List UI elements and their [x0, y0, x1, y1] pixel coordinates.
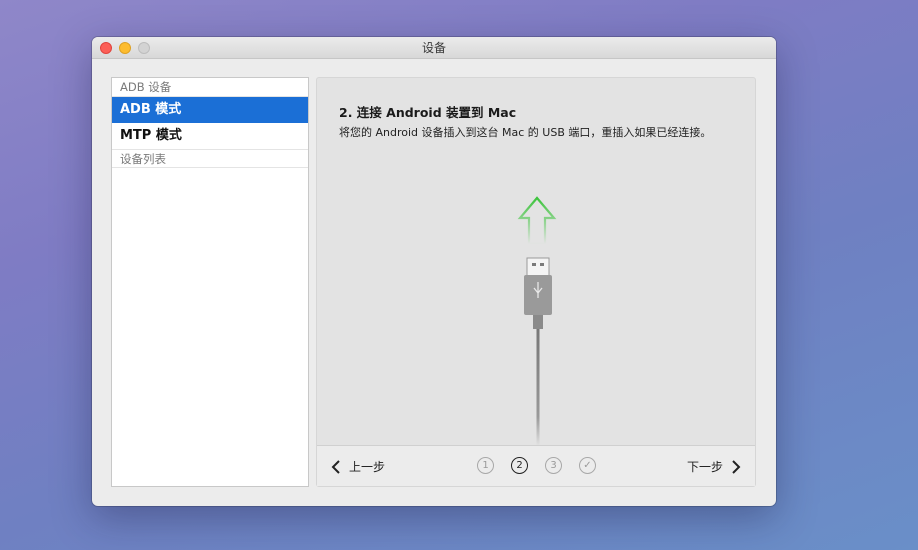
previous-button[interactable]: 上一步 — [331, 458, 385, 475]
minimize-icon[interactable] — [119, 42, 131, 54]
wizard-footer: 上一步 1 2 3 ✓ 下一步 — [317, 445, 755, 486]
chevron-left-icon — [331, 459, 340, 474]
step-2-indicator: 2 — [511, 457, 528, 474]
step-indicator: 1 2 3 ✓ — [477, 457, 596, 474]
sidebar-item-mtp-mode[interactable]: MTP 模式 — [112, 123, 308, 149]
maximize-icon[interactable] — [138, 42, 150, 54]
chevron-right-icon — [732, 459, 741, 474]
previous-label: 上一步 — [349, 460, 386, 474]
desktop-background — [0, 468, 8, 498]
sidebar-item-adb-mode[interactable]: ADB 模式 — [112, 97, 308, 123]
step-1-indicator: 1 — [477, 457, 494, 474]
step-done-indicator: ✓ — [579, 457, 596, 474]
step-title: 2. 连接 Android 装置到 Mac — [339, 105, 517, 120]
titlebar: 设备 — [92, 37, 776, 59]
close-icon[interactable] — [100, 42, 112, 54]
sidebar-section-adb: ADB 设备 — [112, 78, 308, 97]
next-button[interactable]: 下一步 — [687, 458, 741, 475]
step-3-indicator: 3 — [545, 457, 562, 474]
next-label: 下一步 — [686, 460, 723, 474]
sidebar: ADB 设备 ADB 模式 MTP 模式 设备列表 — [111, 77, 309, 487]
upload-arrow-icon — [517, 196, 557, 246]
devices-window: 设备 ADB 设备 ADB 模式 MTP 模式 设备列表 2. 连接 Andro… — [92, 37, 776, 506]
usb-illustration — [517, 196, 557, 446]
window-title: 设备 — [421, 41, 446, 55]
step-description: 将您的 Android 设备插入到这台 Mac 的 USB 端口，重插入如果已经… — [339, 126, 712, 139]
sidebar-section-device-list: 设备列表 — [112, 149, 308, 168]
usb-cable-icon — [524, 257, 552, 446]
main-panel: 2. 连接 Android 装置到 Mac 将您的 Android 设备插入到这… — [316, 77, 756, 487]
